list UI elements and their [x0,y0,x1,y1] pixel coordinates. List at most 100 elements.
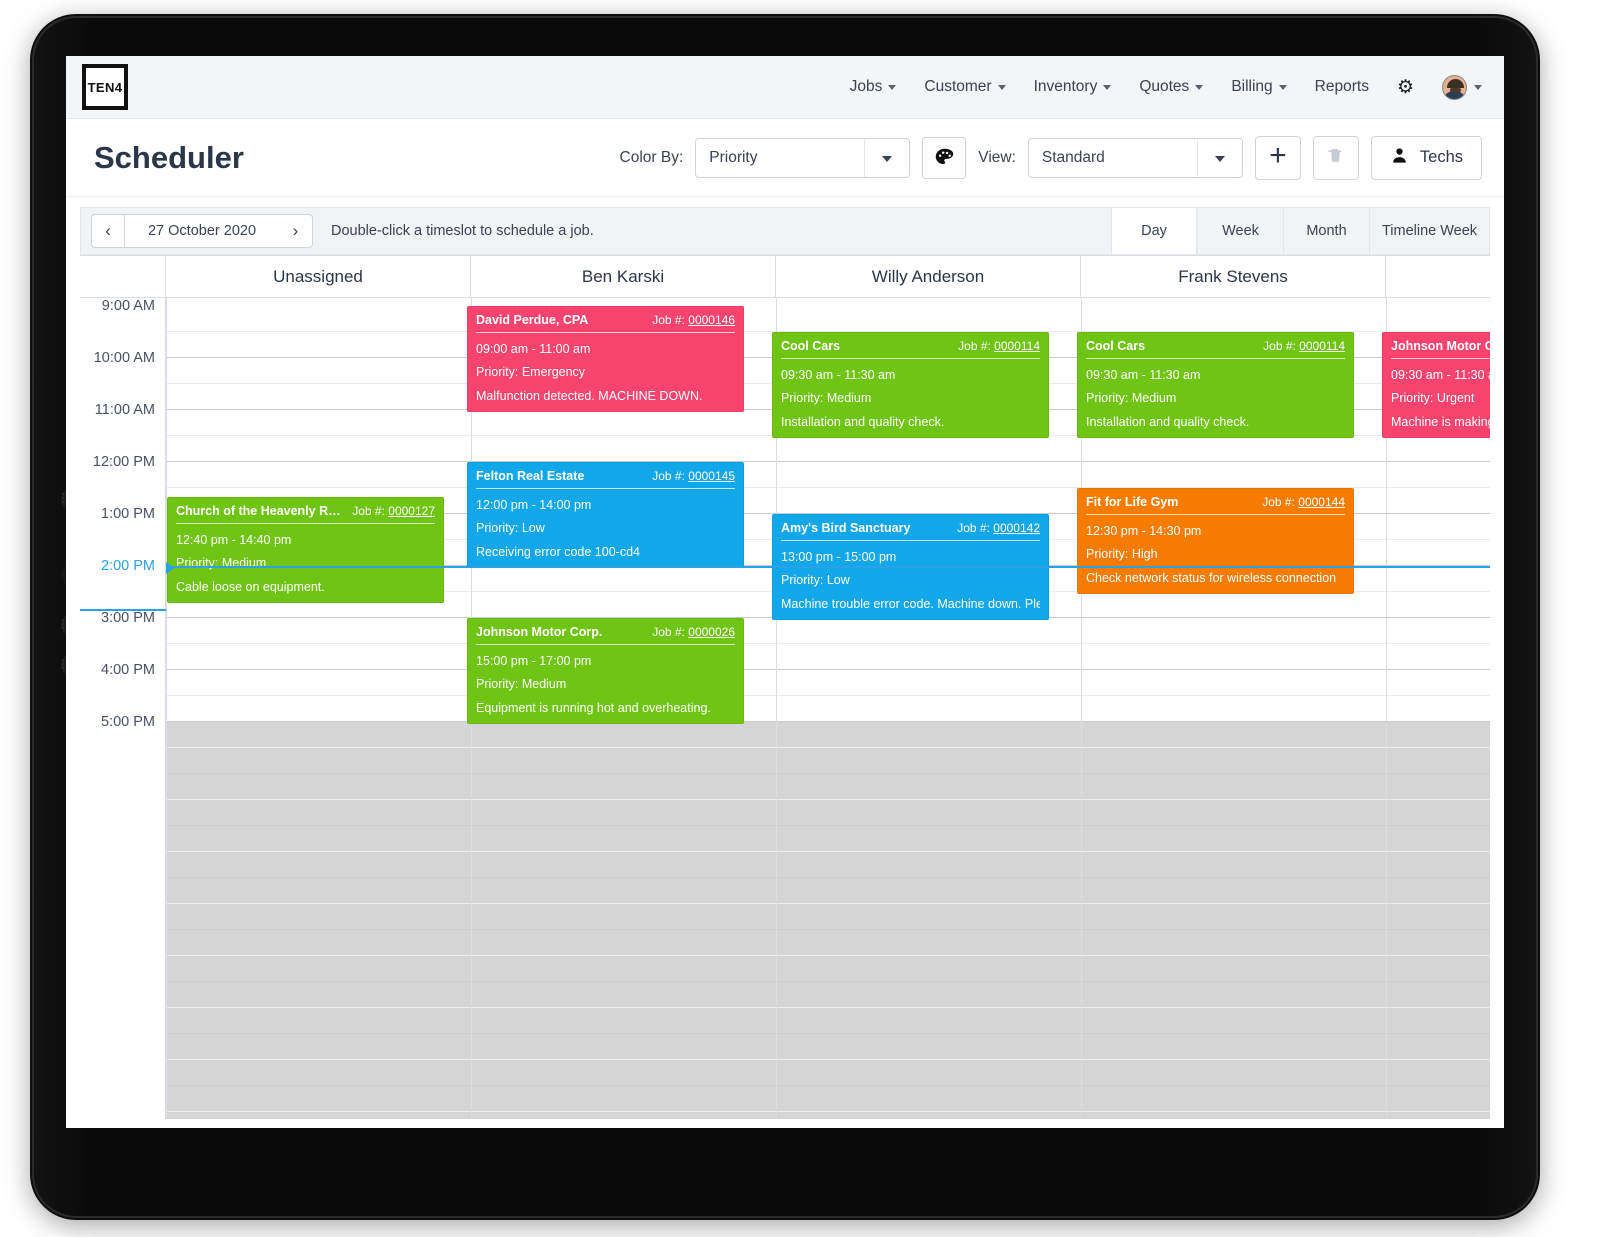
grid-timeslot[interactable] [166,722,1490,748]
event-priority: Priority: Low [476,521,545,535]
grid-timeslot[interactable] [166,878,1490,904]
calendar-event[interactable]: David Perdue, CPA Job #: 0000146 09:00 am … [467,306,744,412]
tablet-screen: TEN4 Jobs Customer Inventory Quotes Bill… [66,56,1504,1128]
column-header-frank-stevens: Frank Stevens [1081,256,1386,297]
grid-timeslot[interactable] [166,644,1490,670]
gear-icon[interactable]: ⚙ [1397,78,1414,97]
view-select[interactable]: Standard [1027,137,1243,178]
user-menu[interactable] [1442,74,1482,100]
nav-item-quotes[interactable]: Quotes [1139,78,1204,96]
nav-label: Jobs [849,78,883,95]
grid-timeslot[interactable] [166,1112,1490,1119]
brand-logo[interactable]: TEN4 [82,64,128,110]
calendar-event[interactable]: Johnson Motor Corp. Job #: 0000026 15:00 p… [467,618,744,724]
nav-menu: Jobs Customer Inventory Quotes Billing R… [850,74,1482,100]
grid-timeslot[interactable] [166,696,1490,722]
calendar-grid[interactable]: David Perdue, CPA Job #: 0000146 09:00 am … [166,298,1490,1119]
grid-timeslot[interactable] [166,436,1490,462]
calendar-event[interactable]: Felton Real Estate Job #: 0000145 12:00 pm… [467,462,744,568]
chevron-right-icon[interactable]: › [279,214,313,248]
tab-day[interactable]: Day [1111,208,1197,254]
event-job-number[interactable]: Job #: 0000142 [947,521,1040,535]
event-job-number[interactable]: Job #: 0000144 [1252,495,1345,509]
palette-button[interactable] [922,136,967,179]
chevron-down-icon [1214,155,1225,162]
event-time: 13:00 pm - 15:00 pm [781,550,897,564]
event-description: Receiving error code 100-cd4 [476,545,640,559]
chevron-down-icon [882,155,893,162]
event-time: 12:00 pm - 14:00 pm [476,498,592,512]
calendar-event[interactable]: Johnson Motor Corp.Job #: 09:30 am - 11:… [1382,332,1490,438]
grid-timeslot[interactable] [166,826,1490,852]
nav-label: Customer [924,78,992,95]
palette-icon [934,147,955,168]
nav-label: Inventory [1033,78,1098,95]
calendar-event[interactable]: Cool Cars Job #: 0000114 09:30 am - 11:30 … [1077,332,1354,438]
add-job-button[interactable]: + [1254,135,1301,180]
grid-timeslot[interactable] [166,306,1490,332]
event-title: Cool Cars [1086,339,1146,353]
event-title: Johnson Motor Corp. [1391,339,1490,353]
techs-button[interactable]: Techs [1370,135,1482,180]
time-label: 9:00 AM [101,298,155,314]
event-priority: Priority: Medium [781,391,872,405]
chevron-left-icon[interactable]: ‹ [91,214,125,248]
time-label: 1:00 PM [101,506,155,522]
grid-timeslot[interactable] [166,748,1490,774]
event-job-number[interactable]: Job #: 0000145 [642,469,735,483]
event-priority: Priority: High [1086,547,1158,561]
chevron-down-icon [1278,84,1287,90]
event-header: Cool Cars Job #: 0000114 [781,339,1040,359]
grid-timeslot[interactable] [166,930,1490,956]
calendar-event[interactable]: Cool Cars Job #: 0000114 09:30 am - 11:30 … [772,332,1049,438]
nav-label: Billing [1231,78,1273,95]
color-by-select[interactable]: Priority [695,137,911,178]
calendar-event[interactable]: Amy's Bird Sanctuary Job #: 0000142 13:00 … [772,514,1049,620]
grid-timeslot[interactable] [166,956,1490,982]
calendar-column-headers: Unassigned Ben Karski Willy Anderson Fra… [80,255,1490,298]
event-description: Installation and quality check. [781,415,945,429]
grid-timeslot[interactable] [166,618,1490,644]
event-description: Installation and quality check. [1086,415,1250,429]
nav-label: Reports [1314,78,1369,95]
grid-timeslot[interactable] [166,462,1490,488]
nav-item-reports[interactable]: Reports [1315,78,1369,96]
calendar-event[interactable]: Fit for Life Gym Job #: 0000144 12:30 pm -… [1077,488,1354,594]
event-job-number[interactable]: Job #: 0000114 [1253,339,1345,353]
time-label: 4:00 PM [101,662,155,678]
grid-timeslot[interactable] [166,982,1490,1008]
current-date[interactable]: 27 October 2020 [125,214,279,248]
time-label: 2:00 PM [101,558,155,574]
event-header: Fit for Life Gym Job #: 0000144 [1086,495,1345,515]
event-description: Equipment is running hot and overheating… [476,701,711,715]
event-job-number[interactable]: Job #: 0000114 [948,339,1040,353]
view-value: Standard [1041,148,1105,166]
delete-button[interactable] [1312,135,1359,180]
event-priority: Priority: Low [781,573,850,587]
grid-timeslot[interactable] [166,774,1490,800]
grid-timeslot[interactable] [166,1060,1490,1086]
event-job-number[interactable]: Job #: 0000127 [342,504,435,518]
nav-item-jobs[interactable]: Jobs [850,78,897,96]
calendar-event[interactable]: Church of the Heavenly Redeem...Job #: 0… [167,497,444,603]
nav-item-billing[interactable]: Billing [1231,78,1287,96]
select-divider [864,138,866,177]
event-title: Felton Real Estate [476,469,585,483]
nav-item-inventory[interactable]: Inventory [1034,78,1112,96]
grid-timeslot[interactable] [166,800,1490,826]
grid-timeslot[interactable] [166,1008,1490,1034]
nav-label: Quotes [1139,78,1190,95]
grid-timeslot[interactable] [166,1086,1490,1112]
event-job-number[interactable]: Job #: 0000026 [642,625,735,639]
grid-timeslot[interactable] [166,670,1490,696]
grid-timeslot[interactable] [166,852,1490,878]
event-job-number[interactable]: Job #: 0000146 [642,313,735,327]
tab-timeline-week[interactable]: Timeline Week [1369,208,1489,254]
person-icon [1390,146,1409,170]
grid-timeslot[interactable] [166,904,1490,930]
tab-week[interactable]: Week [1197,208,1283,254]
color-by-label: Color By: [619,148,684,166]
grid-timeslot[interactable] [166,1034,1490,1060]
tab-month[interactable]: Month [1283,208,1369,254]
nav-item-customer[interactable]: Customer [924,78,1006,96]
